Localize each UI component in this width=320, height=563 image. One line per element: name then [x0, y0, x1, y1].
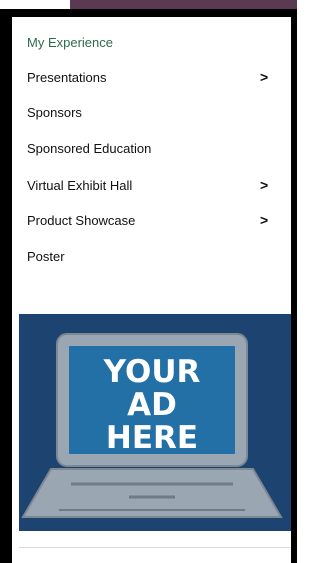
side-navigation-panel: My Experience Presentations > Sponsors S… — [12, 17, 291, 563]
menu-item-label: Poster — [27, 248, 65, 264]
menu-item-label: Presentations — [27, 69, 107, 85]
ad-text: YOUR AD HERE — [71, 356, 233, 455]
ad-text-line: HERE — [105, 420, 199, 456]
chevron-right-icon[interactable]: > — [260, 212, 268, 228]
menu-item-product-showcase[interactable]: Product Showcase > — [12, 205, 291, 235]
menu-item-poster[interactable]: Poster — [12, 241, 291, 271]
menu-item-sponsors[interactable]: Sponsors — [12, 97, 291, 127]
menu-item-label: Sponsored Education — [27, 140, 152, 156]
advertisement-banner[interactable]: YOUR AD HERE — [19, 314, 291, 531]
ad-text-line: AD — [127, 387, 177, 423]
top-accent-bar — [70, 0, 297, 9]
menu-item-presentations[interactable]: Presentations > — [12, 62, 291, 92]
menu-item-label: Product Showcase — [27, 212, 136, 228]
ad-text-line: YOUR — [103, 354, 201, 390]
menu-item-sponsored-education[interactable]: Sponsored Education — [12, 133, 291, 163]
menu-item-label: Virtual Exhibit Hall — [27, 177, 133, 193]
chevron-right-icon[interactable]: > — [260, 177, 268, 193]
menu-item-label: Sponsors — [27, 104, 82, 120]
divider — [19, 547, 291, 548]
menu-item-virtual-exhibit-hall[interactable]: Virtual Exhibit Hall > — [12, 170, 291, 200]
menu-item-label: My Experience — [27, 34, 113, 50]
chevron-right-icon[interactable]: > — [260, 69, 268, 85]
menu-item-my-experience[interactable]: My Experience — [12, 27, 291, 57]
